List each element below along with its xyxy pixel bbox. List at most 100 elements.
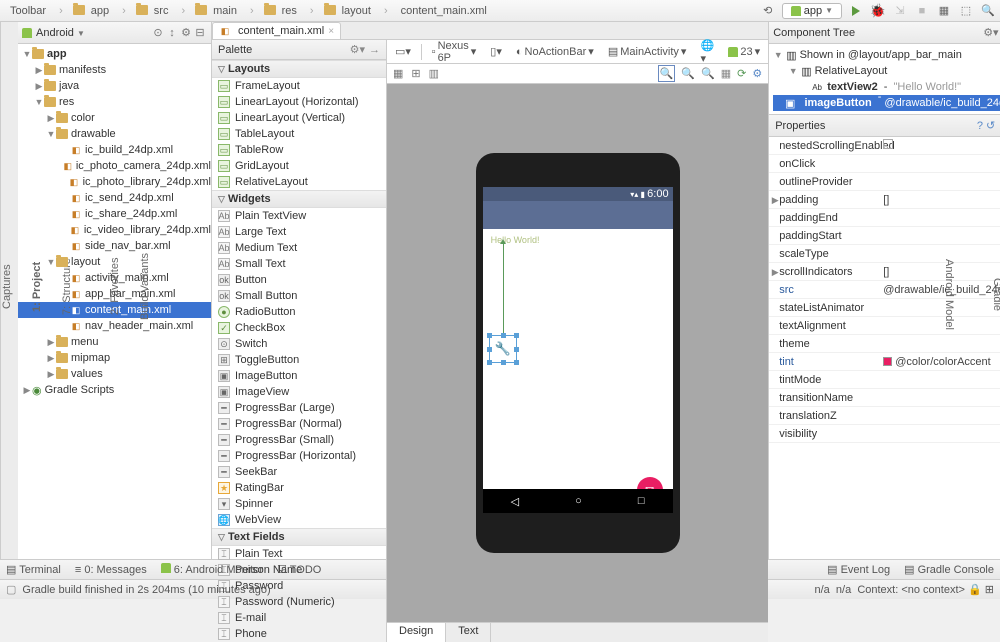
align-icon[interactable]: ▦ — [393, 67, 403, 80]
help-icon[interactable]: ? — [977, 120, 983, 132]
breadcrumb-item[interactable]: layout — [321, 5, 377, 17]
palette-item[interactable]: ★RatingBar — [212, 480, 386, 496]
textview-hello[interactable]: Hello World! — [491, 235, 540, 245]
bottom-tab-gradle-console[interactable]: ▤ Gradle Console — [904, 563, 994, 576]
property-row[interactable]: outlineProvider — [769, 173, 1000, 191]
component-tree[interactable]: ▼▥Shown in @layout/app_bar_main ▼▥Relati… — [769, 44, 1000, 114]
theme-dropdown[interactable]: ◐ NoActionBar▾ — [512, 43, 598, 60]
breadcrumb-item[interactable]: Toolbar — [4, 5, 52, 17]
palette-item[interactable]: AbLarge Text — [212, 224, 386, 240]
close-tab-icon[interactable]: × — [328, 26, 334, 37]
tree-file[interactable]: ◧ic_video_library_24dp.xml — [18, 222, 211, 238]
orientation-dropdown[interactable]: ▭▾ — [391, 43, 415, 60]
palette-group-layouts[interactable]: ▽ Layouts — [212, 60, 386, 78]
property-row[interactable]: ▶padding[] — [769, 191, 1000, 209]
palette-group-textfields[interactable]: ▽ Text Fields — [212, 528, 386, 546]
palette-item[interactable]: ━ProgressBar (Horizontal) — [212, 448, 386, 464]
palette-item[interactable]: AbPlain TextView — [212, 208, 386, 224]
palette-item[interactable]: ⌶Password (Numeric) — [212, 594, 386, 610]
project-view-dropdown[interactable]: Android ▼ — [36, 27, 85, 39]
property-row[interactable]: tint@color/colorAccent — [769, 353, 1000, 371]
property-row[interactable]: scaleType — [769, 245, 1000, 263]
breadcrumb-item[interactable]: main — [192, 5, 243, 17]
palette-item[interactable]: ●RadioButton — [212, 304, 386, 320]
breadcrumb-item[interactable]: app — [70, 5, 115, 17]
ct-row[interactable]: ▼▥RelativeLayout — [773, 63, 1000, 79]
palette-item[interactable]: ⌶Plain Text — [212, 546, 386, 562]
tree-node[interactable]: ▶mipmap — [18, 350, 211, 366]
attach-icon[interactable]: ⇲ — [892, 3, 908, 19]
tree-file[interactable]: ◧ic_build_24dp.xml — [18, 142, 211, 158]
property-row[interactable]: nestedScrollingEnabled — [769, 137, 1000, 155]
hide-icon[interactable]: → — [369, 44, 380, 56]
palette-item[interactable]: ⊙Switch — [212, 336, 386, 352]
property-row[interactable]: tintMode — [769, 371, 1000, 389]
rail-favorites[interactable]: 2: Favorites — [109, 258, 121, 315]
properties-list[interactable]: nestedScrollingEnabledonClickoutlineProv… — [769, 137, 1000, 559]
tree-node[interactable]: ▶values — [18, 366, 211, 382]
palette-item[interactable]: okSmall Button — [212, 288, 386, 304]
tree-node[interactable]: ▶color — [18, 110, 211, 126]
sdk-icon[interactable]: ⬚ — [958, 3, 974, 19]
rail-gradle[interactable]: Gradle — [991, 278, 1000, 311]
rail-build-variants[interactable]: Build Variants — [139, 253, 151, 320]
debug-button[interactable]: 🐞 — [870, 3, 886, 19]
property-row[interactable]: transitionName — [769, 389, 1000, 407]
layout-variant-dropdown[interactable]: ▯▾ — [486, 43, 506, 60]
palette-item[interactable]: ✓CheckBox — [212, 320, 386, 336]
rail-android-model[interactable]: Android Model — [943, 259, 955, 330]
status-context[interactable]: Context: <no context> — [857, 584, 965, 596]
device-dropdown[interactable]: ▫ Nexus 6P▾ — [428, 38, 481, 66]
gear-icon[interactable]: ⚙▾ — [350, 43, 365, 56]
palette-list[interactable]: ▽ Layouts ▭FrameLayout ▭LinearLayout (Ho… — [212, 60, 386, 642]
design-canvas[interactable]: ▾▴ ▮ 6:00 Hello World! 🔧 — [387, 84, 768, 622]
breadcrumb-item[interactable]: res — [261, 5, 303, 17]
refresh-icon[interactable]: ⟳ — [737, 67, 746, 80]
run-button[interactable] — [848, 3, 864, 19]
bottom-tab-todo[interactable]: ☑ TODO — [277, 563, 321, 576]
tab-design[interactable]: Design — [387, 623, 446, 642]
zoom-fit-icon[interactable]: 🔍 — [658, 65, 676, 82]
palette-group-widgets[interactable]: ▽ Widgets — [212, 190, 386, 208]
property-row[interactable]: translationZ — [769, 407, 1000, 425]
palette-item[interactable]: ▣ImageView — [212, 384, 386, 400]
tree-node-gradle[interactable]: ▶◉Gradle Scripts — [18, 382, 211, 398]
property-row[interactable]: paddingStart — [769, 227, 1000, 245]
palette-item[interactable]: ▭FrameLayout — [212, 78, 386, 94]
activity-dropdown[interactable]: ▤ MainActivity▾ — [604, 43, 691, 60]
palette-item[interactable]: ▭RelativeLayout — [212, 174, 386, 190]
palette-item[interactable]: ▭TableLayout — [212, 126, 386, 142]
locale-dropdown[interactable]: 🌐▾ — [696, 37, 718, 67]
tab-text[interactable]: Text — [446, 623, 491, 642]
hide-icon[interactable]: ⊟ — [193, 26, 207, 39]
tree-file[interactable]: ◧ic_send_24dp.xml — [18, 190, 211, 206]
reset-icon[interactable]: ↺ — [986, 119, 995, 132]
palette-item[interactable]: 🌐WebView — [212, 512, 386, 528]
zoom-in-icon[interactable]: 🔍 — [681, 67, 695, 80]
editor-tab[interactable]: ◧ content_main.xml × — [212, 22, 341, 39]
bottom-tab-android-monitor[interactable]: 6: Android Monitor — [161, 563, 263, 576]
api-dropdown[interactable]: 23▾ — [724, 43, 764, 60]
bottom-tab-messages[interactable]: ≡ 0: Messages — [75, 564, 147, 576]
tree-file[interactable]: ◧nav_header_main.xml — [18, 318, 211, 334]
palette-item[interactable]: ▣ImageButton — [212, 368, 386, 384]
status-lock-icon[interactable]: 🔒 — [968, 583, 982, 596]
status-ide-icon[interactable]: ⊞ — [985, 583, 994, 596]
scroll-icon[interactable]: ↕ — [165, 27, 179, 39]
imagebutton-selected[interactable]: 🔧 — [489, 335, 517, 363]
palette-item[interactable]: ━ProgressBar (Normal) — [212, 416, 386, 432]
align-icon[interactable]: ▥ — [429, 67, 439, 80]
property-row[interactable]: visibility — [769, 425, 1000, 443]
tree-file[interactable]: ◧ic_photo_library_24dp.xml — [18, 174, 211, 190]
property-row[interactable]: onClick — [769, 155, 1000, 173]
zoom-out-icon[interactable]: 🔍 — [701, 67, 715, 80]
bottom-tab-event-log[interactable]: ▤ Event Log — [827, 563, 890, 576]
palette-item[interactable]: ━SeekBar — [212, 464, 386, 480]
palette-item[interactable]: ▾Spinner — [212, 496, 386, 512]
palette-item[interactable]: ⊞ToggleButton — [212, 352, 386, 368]
palette-item[interactable]: AbMedium Text — [212, 240, 386, 256]
palette-item[interactable]: ━ProgressBar (Small) — [212, 432, 386, 448]
property-row[interactable]: paddingEnd — [769, 209, 1000, 227]
property-row[interactable]: src@drawable/ic_build_24dp — [769, 281, 1000, 299]
breadcrumb-item[interactable]: src — [133, 5, 175, 17]
